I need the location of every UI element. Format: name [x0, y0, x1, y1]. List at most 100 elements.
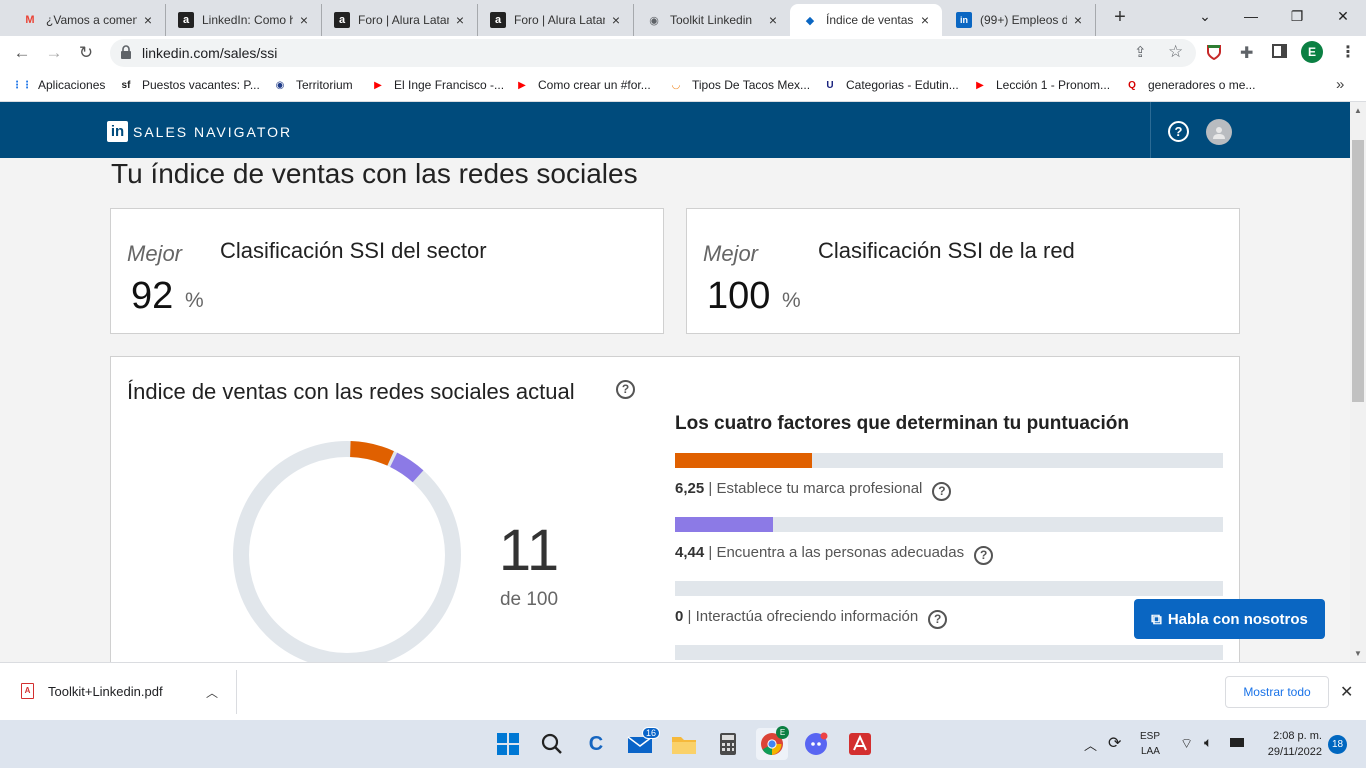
- tab-7[interactable]: in (99+) Empleos de ×: [944, 4, 1096, 36]
- reload-button[interactable]: ↻: [74, 41, 98, 65]
- tab-title: LinkedIn: Como hacer: [202, 13, 293, 27]
- bookmark-item[interactable]: ▶ Lección 1 - Pronom...: [972, 77, 1110, 93]
- tab-5[interactable]: ◉ Toolkit Linkedin ×: [634, 4, 790, 36]
- minimize-button[interactable]: —: [1228, 4, 1274, 28]
- new-tab-button[interactable]: +: [1108, 4, 1132, 30]
- ssi-score: 11: [498, 518, 560, 583]
- tab-4[interactable]: a Foro | Alura Latam ×: [478, 4, 634, 36]
- search-icon[interactable]: [536, 728, 568, 760]
- globe-icon: ◉: [649, 14, 659, 27]
- scroll-up-arrow[interactable]: ▲: [1354, 106, 1362, 115]
- help-icon[interactable]: ?: [1168, 121, 1189, 142]
- bookmark-item[interactable]: ◡ Tipos De Tacos Mex...: [668, 77, 810, 93]
- close-tab-icon[interactable]: ×: [1071, 12, 1085, 28]
- scroll-down-arrow[interactable]: ▼: [1354, 649, 1362, 658]
- close-window-button[interactable]: ✕: [1320, 4, 1366, 28]
- bookmark-label: generadores o me...: [1148, 78, 1256, 92]
- close-tab-icon[interactable]: ×: [297, 12, 311, 28]
- close-tab-icon[interactable]: ×: [453, 12, 467, 28]
- file-explorer-icon[interactable]: [668, 728, 700, 760]
- factor-help-icon[interactable]: ?: [974, 546, 994, 565]
- side-panel-icon[interactable]: [1272, 44, 1287, 58]
- wifi-icon[interactable]: ⌔: [1180, 735, 1193, 753]
- factor-bar: [675, 517, 1223, 532]
- scrollbar-thumb[interactable]: [1352, 140, 1364, 402]
- mail-icon[interactable]: 16: [624, 727, 661, 760]
- discord-icon[interactable]: [800, 728, 832, 760]
- acrobat-icon[interactable]: [844, 728, 876, 760]
- linkedin-logo-icon[interactable]: in: [107, 121, 128, 142]
- extensions-puzzle-icon[interactable]: ✚: [1240, 43, 1253, 63]
- factor-help-icon[interactable]: ?: [932, 482, 952, 501]
- more-bookmarks-button[interactable]: »: [1336, 76, 1344, 93]
- q-icon: Q: [1128, 79, 1136, 91]
- bookmark-label: Lección 1 - Pronom...: [996, 78, 1111, 92]
- bookmark-item[interactable]: Qgeneradores o me...: [1124, 77, 1255, 93]
- battery-icon[interactable]: [1230, 738, 1244, 747]
- bookmark-item[interactable]: ◉ Territorium: [272, 77, 353, 93]
- volume-icon[interactable]: 🔈︎: [1204, 734, 1212, 751]
- close-tab-icon[interactable]: ×: [918, 12, 932, 28]
- profile-avatar[interactable]: E: [1301, 41, 1323, 63]
- close-tab-icon[interactable]: ×: [609, 12, 623, 28]
- show-all-button[interactable]: Mostrar todo: [1225, 676, 1329, 708]
- browser-menu-icon[interactable]: ⋮: [1340, 42, 1356, 62]
- user-avatar[interactable]: [1206, 119, 1232, 145]
- tray-overflow-icon[interactable]: ︿: [1084, 735, 1097, 754]
- mail-badge: 16: [642, 727, 661, 739]
- bookmark-item[interactable]: U Categorias - Edutin...: [822, 77, 958, 93]
- tab-2[interactable]: a LinkedIn: Como hacer ×: [166, 4, 322, 36]
- brand-name[interactable]: SALES NAVIGATOR: [133, 124, 292, 140]
- close-download-bar-icon[interactable]: ✕: [1340, 682, 1353, 702]
- alura-icon: a: [490, 12, 506, 28]
- factor-bar-fill: [675, 517, 773, 532]
- tab-title: (99+) Empleos de: [980, 13, 1067, 27]
- download-options-chevron-icon[interactable]: ︿: [206, 684, 218, 701]
- download-filename[interactable]: Toolkit+Linkedin.pdf: [48, 684, 163, 699]
- bookmark-label: Territorium: [296, 78, 353, 92]
- tab-3[interactable]: a Foro | Alura Latam ×: [322, 4, 478, 36]
- current-ssi-title: Índice de ventas con las redes sociales …: [127, 379, 575, 404]
- bookmark-label: Puestos vacantes: P...: [142, 78, 260, 92]
- lock-icon[interactable]: [120, 44, 132, 60]
- sync-icon[interactable]: ⟳: [1108, 733, 1121, 753]
- network-ranking-value: 100: [707, 275, 771, 317]
- cortana-app-icon[interactable]: C: [580, 728, 612, 760]
- ssi-help-icon[interactable]: ?: [616, 380, 635, 399]
- close-tab-icon[interactable]: ×: [141, 12, 155, 28]
- bookmark-item[interactable]: ⋮⋮ Aplicaciones: [12, 77, 105, 93]
- tab-title: ¿Vamos a comenzar?: [46, 13, 137, 27]
- youtube-icon: ▶: [976, 79, 984, 91]
- tab-title: Foro | Alura Latam: [514, 13, 605, 27]
- url-text[interactable]: linkedin.com/sales/ssi: [142, 45, 277, 61]
- close-tab-icon[interactable]: ×: [766, 12, 780, 28]
- back-button[interactable]: ←: [10, 41, 34, 65]
- bookmark-item[interactable]: sf Puestos vacantes: P...: [118, 77, 260, 93]
- forward-button[interactable]: →: [42, 41, 66, 65]
- chrome-icon[interactable]: E: [756, 726, 789, 760]
- extension-shield-icon[interactable]: [1206, 44, 1222, 61]
- clock-time[interactable]: 2:08 p. m.: [1264, 730, 1322, 742]
- tab-title: Índice de ventas con: [826, 13, 914, 27]
- bookmark-item[interactable]: ▶ El Inge Francisco -...: [370, 77, 504, 93]
- tab-6[interactable]: ◆ Índice de ventas con ×: [790, 4, 942, 36]
- language-top[interactable]: ESP: [1140, 731, 1160, 742]
- bookmark-star-icon[interactable]: ☆: [1168, 42, 1183, 62]
- start-icon[interactable]: [492, 728, 524, 760]
- alura-icon: a: [178, 12, 194, 28]
- notification-badge[interactable]: 18: [1328, 735, 1347, 754]
- network-ranking-title: Clasificación SSI de la red: [818, 238, 1075, 263]
- tab-1[interactable]: M ¿Vamos a comenzar? ×: [10, 4, 166, 36]
- factor-label-row: 6,25 | Establece tu marca profesional?: [675, 480, 952, 501]
- calculator-icon[interactable]: [712, 728, 744, 760]
- tab-search-button[interactable]: ⌄: [1182, 4, 1228, 28]
- maximize-button[interactable]: ❐: [1274, 4, 1320, 28]
- language-bottom[interactable]: LAA: [1141, 746, 1160, 757]
- download-divider: [236, 670, 237, 714]
- clock-date[interactable]: 29/11/2022: [1254, 746, 1322, 758]
- bookmark-item[interactable]: ▶ Como crear un #for...: [514, 77, 651, 93]
- factor-help-icon[interactable]: ?: [928, 610, 948, 629]
- chat-button[interactable]: ⧉ Habla con nosotros: [1134, 599, 1325, 639]
- share-icon[interactable]: ⇪: [1134, 43, 1147, 61]
- chrome-profile-badge: E: [776, 726, 789, 739]
